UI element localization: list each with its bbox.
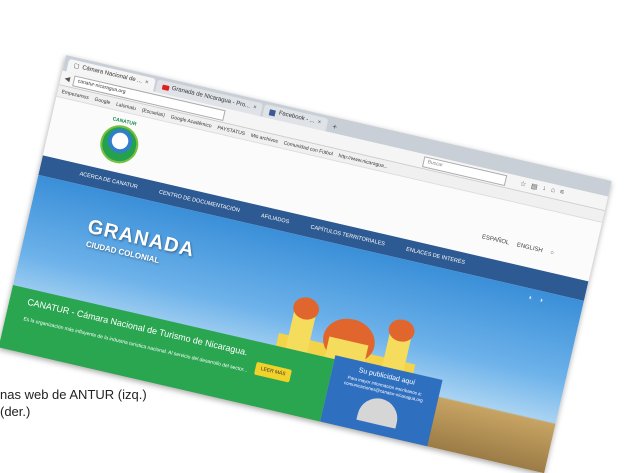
print-icon[interactable]: ◑: [538, 297, 544, 305]
logo-emblem: [96, 121, 143, 168]
new-tab-button[interactable]: +: [331, 120, 338, 134]
caption-line-2: (der.): [0, 404, 31, 419]
social-icons: ◐ ◑: [528, 294, 544, 304]
close-icon[interactable]: ×: [316, 116, 322, 129]
bookmark-item[interactable]: Google: [94, 96, 111, 105]
site-search-icon[interactable]: ○: [550, 250, 555, 257]
nav-afiliados[interactable]: AFILIADOS: [260, 213, 289, 225]
back-icon[interactable]: ◀: [64, 74, 71, 83]
page-icon: ▢: [73, 63, 80, 71]
facebook-icon: [269, 108, 277, 117]
close-icon[interactable]: ×: [143, 77, 149, 90]
page-caption: nas web de ANTUR (izq.) (der.): [0, 386, 147, 420]
canatur-logo[interactable]: CANATUR: [96, 114, 145, 168]
ad-image: [356, 394, 402, 429]
menu-icon[interactable]: ≡: [559, 189, 565, 198]
bookmark-item[interactable]: Lalomalu: [116, 101, 137, 111]
language-links: ESPAÑOL ENGLISH ○: [481, 234, 554, 256]
read-more-button[interactable]: LEER MÁS: [253, 361, 292, 383]
library-icon[interactable]: ▤: [530, 182, 538, 191]
star-icon[interactable]: ☆: [519, 180, 527, 189]
caption-line-1: nas web de ANTUR (izq.): [0, 387, 147, 402]
youtube-icon: [161, 84, 170, 91]
download-icon[interactable]: ↓: [542, 185, 547, 194]
lang-es-link[interactable]: ESPAÑOL: [481, 234, 510, 246]
share-icon[interactable]: ◐: [528, 294, 534, 302]
close-icon[interactable]: ×: [251, 102, 257, 115]
home-icon[interactable]: ⌂: [550, 187, 556, 196]
lang-en-link[interactable]: ENGLISH: [516, 242, 543, 254]
